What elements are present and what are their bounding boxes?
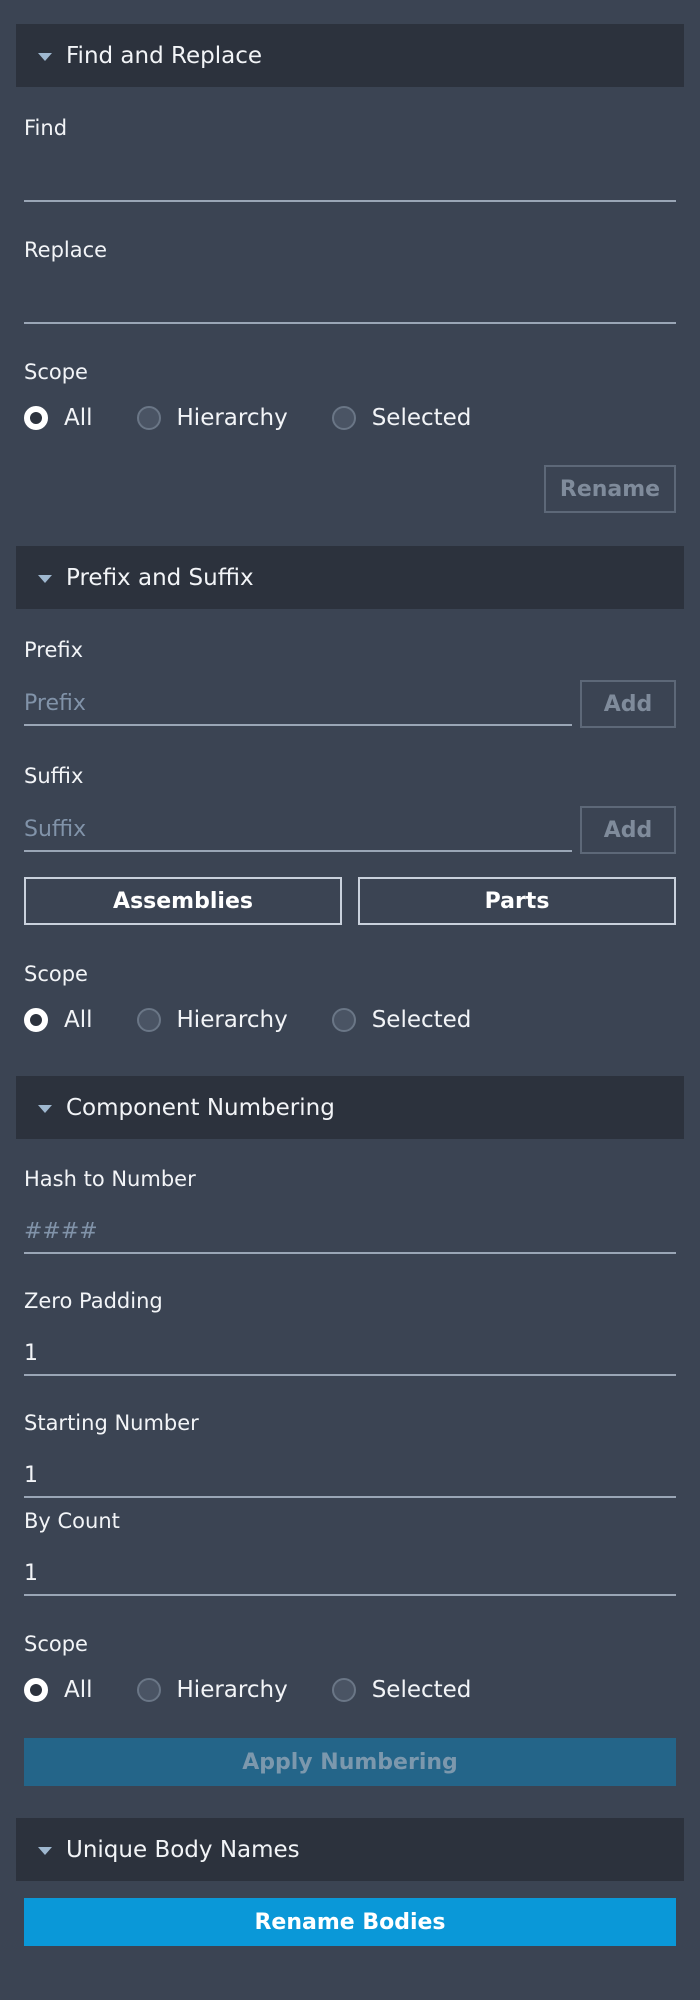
prefix-input[interactable]: [24, 682, 572, 726]
suffix-label: Suffix: [24, 764, 84, 788]
radio-unchecked-icon: [331, 406, 356, 430]
scope-radio-hierarchy[interactable]: Hierarchy: [136, 1677, 288, 1703]
replace-label: Replace: [24, 238, 108, 262]
radio-unchecked-icon: [136, 1008, 161, 1032]
zero-padding-label: Zero Padding: [24, 1289, 163, 1313]
prefix-label: Prefix: [24, 638, 84, 662]
scope-radio-hierarchy[interactable]: Hierarchy: [136, 1007, 288, 1033]
section-title: Component Numbering: [66, 1094, 335, 1121]
find-input[interactable]: [24, 158, 676, 202]
replace-input[interactable]: [24, 280, 676, 324]
by-count-label: By Count: [24, 1509, 120, 1533]
scope-radio-selected[interactable]: Selected: [331, 405, 471, 431]
radio-unchecked-icon: [331, 1678, 356, 1702]
hash-to-number-label: Hash to Number: [24, 1167, 196, 1191]
section-title: Find and Replace: [66, 42, 262, 69]
radio-unchecked-icon: [136, 1678, 161, 1702]
scope-radio-all[interactable]: All: [24, 1007, 93, 1033]
section-title: Unique Body Names: [66, 1836, 300, 1863]
scope-radio-selected[interactable]: Selected: [331, 1677, 471, 1703]
starting-number-label: Starting Number: [24, 1411, 199, 1435]
scope-label: Scope: [24, 1632, 88, 1656]
caret-down-icon: [38, 1846, 52, 1855]
caret-down-icon: [38, 574, 52, 583]
by-count-input[interactable]: [24, 1552, 676, 1596]
suffix-input[interactable]: [24, 808, 572, 852]
scope-radio-group: All Hierarchy Selected: [24, 1675, 515, 1705]
section-title: Prefix and Suffix: [66, 564, 254, 591]
apply-numbering-button[interactable]: Apply Numbering: [24, 1738, 676, 1786]
scope-radio-selected[interactable]: Selected: [331, 1007, 471, 1033]
scope-radio-group: All Hierarchy Selected: [24, 1005, 515, 1035]
prefix-add-button[interactable]: Add: [580, 680, 676, 728]
radio-unchecked-icon: [136, 406, 161, 430]
caret-down-icon: [38, 1104, 52, 1113]
unique-body-names-header[interactable]: Unique Body Names: [16, 1818, 684, 1881]
scope-label: Scope: [24, 360, 88, 384]
scope-radio-hierarchy[interactable]: Hierarchy: [136, 405, 288, 431]
rename-bodies-button[interactable]: Rename Bodies: [24, 1898, 676, 1946]
scope-radio-group: All Hierarchy Selected: [24, 403, 515, 433]
zero-padding-input[interactable]: [24, 1332, 676, 1376]
caret-down-icon: [38, 52, 52, 61]
scope-radio-all[interactable]: All: [24, 405, 93, 431]
radio-checked-icon: [24, 1008, 48, 1032]
assemblies-button[interactable]: Assemblies: [24, 877, 342, 925]
suffix-add-button[interactable]: Add: [580, 806, 676, 854]
radio-checked-icon: [24, 406, 48, 430]
find-replace-header[interactable]: Find and Replace: [16, 24, 684, 87]
radio-unchecked-icon: [331, 1008, 356, 1032]
rename-button[interactable]: Rename: [544, 465, 676, 513]
prefix-suffix-header[interactable]: Prefix and Suffix: [16, 546, 684, 609]
scope-label: Scope: [24, 962, 88, 986]
starting-number-input[interactable]: [24, 1454, 676, 1498]
find-label: Find: [24, 116, 68, 140]
hash-to-number-input[interactable]: [24, 1210, 676, 1254]
parts-button[interactable]: Parts: [358, 877, 676, 925]
component-numbering-header[interactable]: Component Numbering: [16, 1076, 684, 1139]
radio-checked-icon: [24, 1678, 48, 1702]
scope-radio-all[interactable]: All: [24, 1677, 93, 1703]
